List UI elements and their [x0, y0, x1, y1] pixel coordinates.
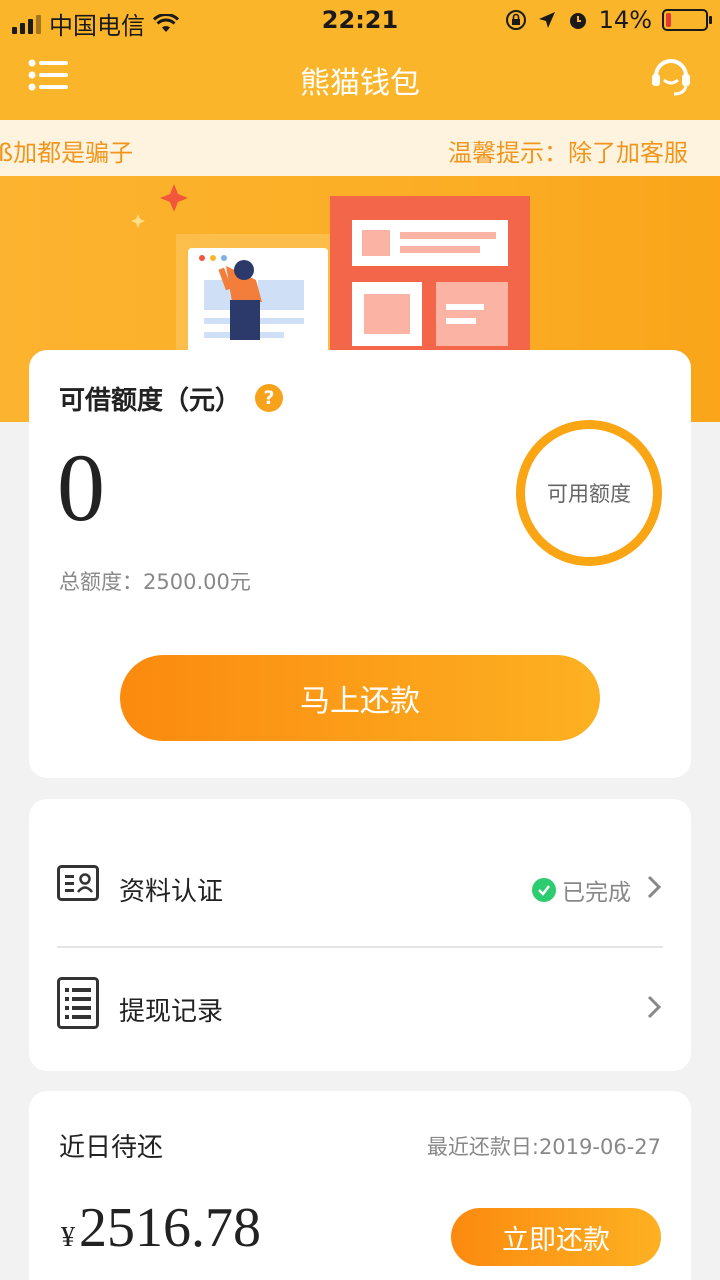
- customer-service-icon[interactable]: [648, 52, 694, 98]
- status-text: 已完成: [562, 880, 631, 906]
- menu-item-profile-verification[interactable]: 资料认证 已完成: [29, 829, 691, 949]
- status-right: 14%: [505, 6, 712, 34]
- quota-title: 可借额度（元）: [59, 386, 242, 416]
- divider: [57, 946, 663, 948]
- quota-card: 可借额度（元） ? 0 总额度：2500.00元 可用额度 马上还款: [29, 350, 691, 778]
- repay-now-button[interactable]: 马上还款: [120, 655, 600, 741]
- repay-immediately-button[interactable]: 立即还款: [451, 1208, 661, 1266]
- menu-card: 资料认证 已完成 提现记录: [29, 799, 691, 1071]
- due-title: 近日待还: [59, 1133, 164, 1163]
- menu-item-label: 资料认证: [119, 877, 224, 907]
- total-quota: 总额度：2500.00元: [59, 570, 251, 594]
- page-title: 熊猫钱包: [300, 66, 420, 101]
- id-card-icon: [57, 865, 99, 901]
- alarm-icon: [569, 13, 586, 29]
- list-doc-icon: [57, 977, 99, 1029]
- battery-icon: [662, 9, 712, 31]
- chevron-right-icon: [647, 875, 662, 899]
- quota-value: 0: [57, 434, 105, 541]
- marquee-text-right: 温馨提示：除了加客服: [448, 139, 688, 167]
- chevron-right-icon: [647, 995, 662, 1019]
- amount-value: 2516.78: [79, 1197, 261, 1259]
- location-icon: [538, 12, 555, 28]
- due-amount: ¥ 2516.78: [61, 1196, 261, 1260]
- ring-label: 可用额度: [547, 482, 631, 506]
- notice-marquee: ß加都是骗子 温馨提示：除了加客服: [0, 120, 720, 176]
- due-date: 最近还款日:2019-06-27: [426, 1135, 661, 1159]
- currency-symbol: ¥: [61, 1222, 75, 1253]
- battery-percent: 14%: [598, 6, 652, 34]
- marquee-text-left: ß加都是骗子: [0, 139, 134, 167]
- help-icon[interactable]: ?: [255, 384, 283, 412]
- check-icon: [532, 878, 556, 902]
- menu-item-label: 提现记录: [119, 997, 224, 1027]
- rotation-lock-icon: [505, 10, 526, 30]
- menu-item-withdraw-records[interactable]: 提现记录: [29, 949, 691, 1069]
- due-card: 近日待还 最近还款日:2019-06-27 ¥ 2516.78 立即还款: [29, 1091, 691, 1280]
- nav-bar: 熊猫钱包: [0, 40, 720, 120]
- available-quota-ring: 可用额度: [516, 420, 662, 566]
- status-completed: 已完成: [532, 873, 631, 907]
- status-bar: 中国电信 22:21 14%: [0, 0, 720, 40]
